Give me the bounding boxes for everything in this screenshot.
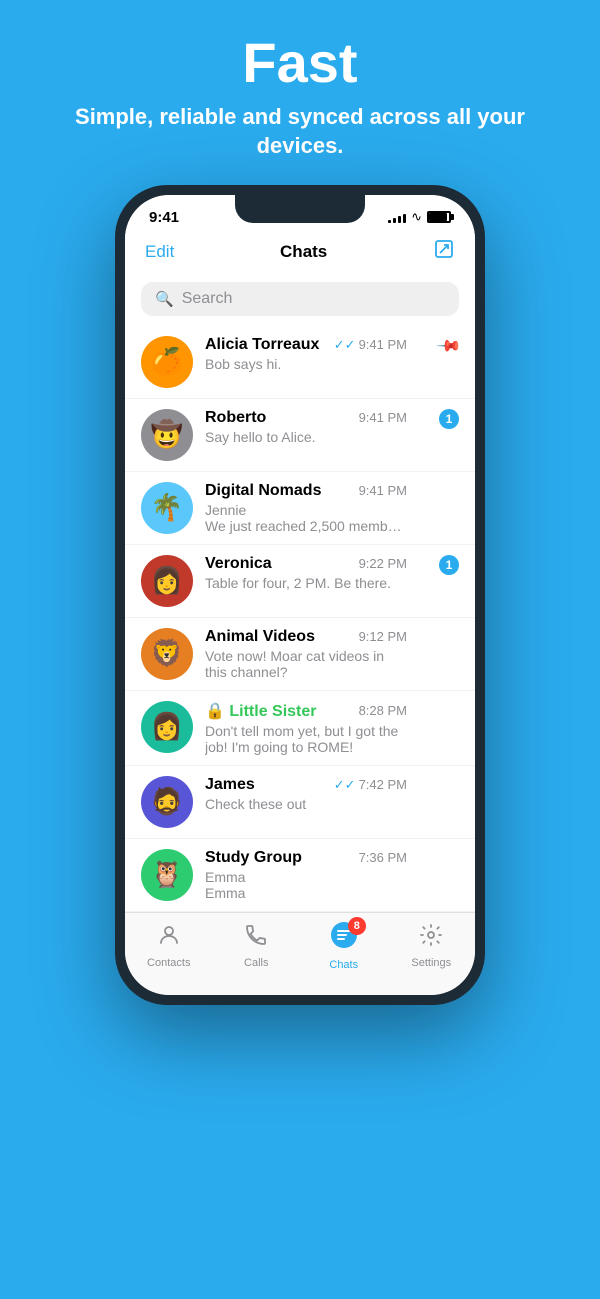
search-placeholder: Search — [182, 290, 233, 308]
chat-header-digital-nomads: Digital Nomads 9:41 PM — [205, 482, 407, 500]
chat-header-study-group: Study Group 7:36 PM — [205, 849, 407, 867]
nav-bar: Edit Chats — [125, 232, 475, 276]
tab-contacts[interactable]: Contacts — [139, 923, 199, 969]
avatar-animal-videos: 🦁 — [141, 628, 193, 680]
pin-icon: 📌 — [435, 332, 463, 360]
contacts-tab-label: Contacts — [147, 957, 190, 969]
chat-preview-veronica: Table for four, 2 PM. Be there. — [205, 575, 407, 591]
chats-tab-icon: 8 — [330, 921, 358, 956]
avatar-veronica: 👩 — [141, 555, 193, 607]
chat-content-little-sister: 🔒 Little Sister 8:28 PM Don't tell mom y… — [205, 701, 407, 755]
avatar-alicia: 🍊 — [141, 336, 193, 388]
phone-wrapper: 9:41 ∿ Edit Chats — [0, 185, 600, 1005]
chat-time-animal-videos: 9:12 PM — [359, 629, 407, 644]
chat-meta-roberto: 1 — [419, 409, 459, 429]
chat-time-james: ✓✓7:42 PM — [334, 777, 407, 793]
chat-preview-little-sister: Don't tell mom yet, but I got the job! I… — [205, 723, 407, 755]
chat-meta-alicia: 📌 — [419, 336, 459, 356]
chat-content-digital-nomads: Digital Nomads 9:41 PM Jennie We just re… — [205, 482, 407, 534]
chat-item-study-group[interactable]: 🦉 Study Group 7:36 PM Emma Emma — [125, 839, 475, 912]
settings-tab-icon — [419, 923, 443, 954]
chat-time-roberto: 9:41 PM — [359, 410, 407, 425]
tab-badge-chats: 8 — [348, 917, 366, 935]
chat-name-digital-nomads: Digital Nomads — [205, 482, 321, 500]
chat-item-alicia[interactable]: 🍊 Alicia Torreaux ✓✓9:41 PM Bob says hi.… — [125, 326, 475, 399]
chat-preview-study-group: Emma — [205, 885, 407, 901]
chat-name-little-sister: 🔒 Little Sister — [205, 701, 317, 721]
chat-item-veronica[interactable]: 👩 Veronica 9:22 PM Table for four, 2 PM.… — [125, 545, 475, 618]
chat-content-james: James ✓✓7:42 PM Check these out — [205, 776, 407, 812]
chat-item-roberto[interactable]: 🤠 Roberto 9:41 PM Say hello to Alice. 1 — [125, 399, 475, 472]
phone-screen: 9:41 ∿ Edit Chats — [125, 195, 475, 995]
chat-item-digital-nomads[interactable]: 🌴 Digital Nomads 9:41 PM Jennie We just … — [125, 472, 475, 545]
chats-tab-label: Chats — [329, 959, 358, 971]
chat-name-alicia: Alicia Torreaux — [205, 336, 319, 354]
chat-name-james: James — [205, 776, 255, 794]
search-bar-container: 🔍 Search — [125, 276, 475, 326]
chat-time-little-sister: 8:28 PM — [359, 703, 407, 718]
tab-calls[interactable]: Calls — [226, 923, 286, 969]
edit-button[interactable]: Edit — [145, 242, 174, 262]
unread-badge: 1 — [439, 409, 459, 429]
tab-chats[interactable]: 8 Chats — [314, 921, 374, 971]
search-bar[interactable]: 🔍 Search — [141, 282, 459, 316]
chat-content-roberto: Roberto 9:41 PM Say hello to Alice. — [205, 409, 407, 445]
chat-meta-veronica: 1 — [419, 555, 459, 575]
chat-time-veronica: 9:22 PM — [359, 556, 407, 571]
chat-content-study-group: Study Group 7:36 PM Emma Emma — [205, 849, 407, 901]
avatar-digital-nomads: 🌴 — [141, 482, 193, 534]
chats-title: Chats — [280, 242, 327, 262]
chat-content-alicia: Alicia Torreaux ✓✓9:41 PM Bob says hi. — [205, 336, 407, 372]
tab-settings[interactable]: Settings — [401, 923, 461, 969]
contacts-tab-icon — [157, 923, 181, 954]
avatar-little-sister: 👩 — [141, 701, 193, 753]
chat-preview-roberto: Say hello to Alice. — [205, 429, 407, 445]
chat-content-veronica: Veronica 9:22 PM Table for four, 2 PM. B… — [205, 555, 407, 591]
unread-badge: 1 — [439, 555, 459, 575]
chat-time-study-group: 7:36 PM — [359, 850, 407, 865]
chat-header-james: James ✓✓7:42 PM — [205, 776, 407, 794]
signal-icon — [388, 211, 406, 223]
avatar-james: 🧔 — [141, 776, 193, 828]
avatar-roberto: 🤠 — [141, 409, 193, 461]
chat-header-little-sister: 🔒 Little Sister 8:28 PM — [205, 701, 407, 721]
chat-time-digital-nomads: 9:41 PM — [359, 483, 407, 498]
chat-header-veronica: Veronica 9:22 PM — [205, 555, 407, 573]
chat-preview-james: Check these out — [205, 796, 407, 812]
chat-item-james[interactable]: 🧔 James ✓✓7:42 PM Check these out — [125, 766, 475, 839]
compose-button[interactable] — [433, 238, 455, 266]
chat-content-animal-videos: Animal Videos 9:12 PM Vote now! Moar cat… — [205, 628, 407, 680]
avatar-study-group: 🦉 — [141, 849, 193, 901]
phone-frame: 9:41 ∿ Edit Chats — [115, 185, 485, 1005]
chat-name-veronica: Veronica — [205, 555, 272, 573]
battery-icon — [427, 211, 451, 223]
calls-tab-icon — [244, 923, 268, 954]
calls-tab-label: Calls — [244, 957, 268, 969]
chat-preview-animal-videos: Vote now! Moar cat videos in this channe… — [205, 648, 407, 680]
status-time: 9:41 — [149, 209, 179, 226]
status-icons: ∿ — [388, 209, 451, 225]
chat-item-animal-videos[interactable]: 🦁 Animal Videos 9:12 PM Vote now! Moar c… — [125, 618, 475, 691]
chat-header-roberto: Roberto 9:41 PM — [205, 409, 407, 427]
wifi-icon: ∿ — [411, 209, 422, 225]
chat-name-study-group: Study Group — [205, 849, 302, 867]
chat-header-alicia: Alicia Torreaux ✓✓9:41 PM — [205, 336, 407, 354]
chat-header-animal-videos: Animal Videos 9:12 PM — [205, 628, 407, 646]
chat-name-roberto: Roberto — [205, 409, 266, 427]
chat-preview-digital-nomads: We just reached 2,500 members! WOO! — [205, 518, 407, 534]
chat-time-alicia: ✓✓9:41 PM — [334, 337, 407, 353]
hero-subtitle: Simple, reliable and synced across all y… — [0, 102, 600, 161]
phone-notch — [235, 195, 365, 223]
search-icon: 🔍 — [155, 290, 174, 308]
hero-section: Fast Simple, reliable and synced across … — [0, 0, 600, 185]
chat-list: 🍊 Alicia Torreaux ✓✓9:41 PM Bob says hi.… — [125, 326, 475, 912]
tab-bar: Contacts Calls 8 Chats Settings — [125, 912, 475, 995]
chat-name-animal-videos: Animal Videos — [205, 628, 315, 646]
chat-preview-alicia: Bob says hi. — [205, 356, 407, 372]
hero-title: Fast — [0, 32, 600, 94]
settings-tab-label: Settings — [411, 957, 451, 969]
chat-item-little-sister[interactable]: 👩 🔒 Little Sister 8:28 PM Don't tell mom… — [125, 691, 475, 766]
